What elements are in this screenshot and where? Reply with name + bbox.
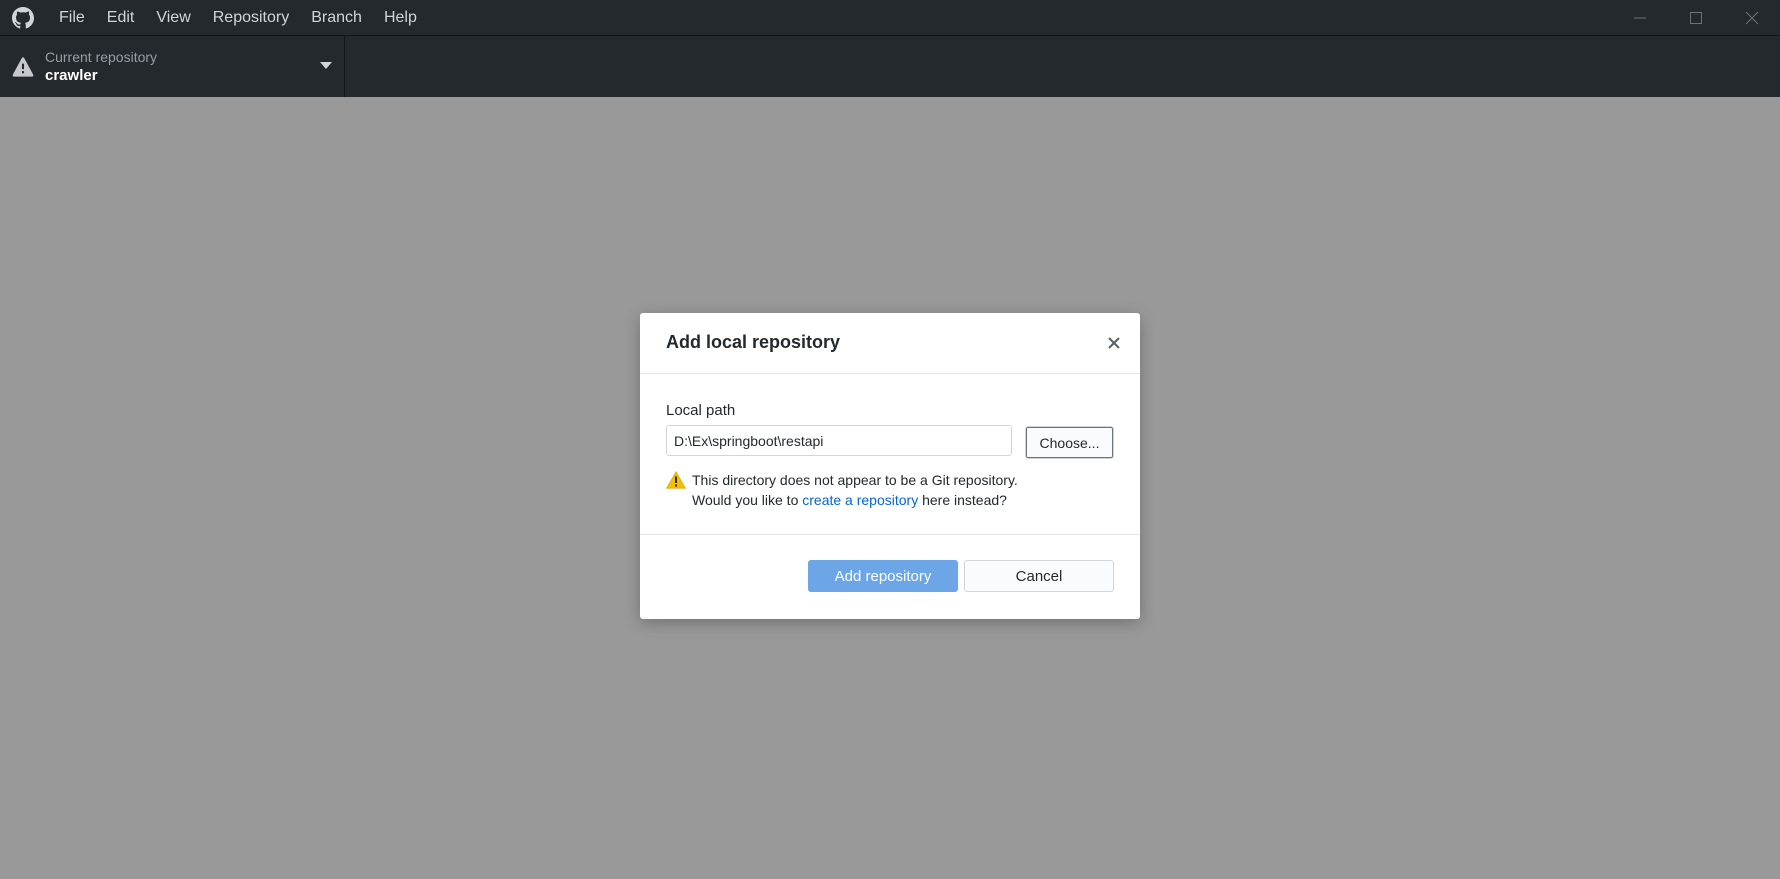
- minimize-button[interactable]: [1612, 0, 1668, 35]
- window-controls: [1612, 0, 1780, 35]
- choose-button[interactable]: Choose...: [1025, 426, 1114, 459]
- local-path-label: Local path: [666, 402, 736, 419]
- local-path-input[interactable]: [666, 425, 1012, 456]
- close-icon: [1108, 337, 1120, 349]
- cancel-button[interactable]: Cancel: [964, 560, 1114, 592]
- current-repository-selector[interactable]: Current repository crawler: [0, 36, 345, 97]
- dialog-body: Local path Choose... This directory does…: [640, 374, 1140, 535]
- maximize-icon: [1690, 11, 1702, 24]
- warning-text: This directory does not appear to be a G…: [692, 470, 1018, 510]
- close-window-button[interactable]: [1724, 0, 1780, 35]
- close-window-icon: [1745, 11, 1759, 24]
- menu-edit[interactable]: Edit: [96, 0, 146, 35]
- current-repository-label: Current repository: [45, 49, 158, 65]
- add-local-repository-dialog: Add local repository Local path Choose..…: [640, 313, 1140, 619]
- menu-view[interactable]: View: [145, 0, 201, 35]
- chevron-down-icon: [320, 62, 332, 69]
- menu-branch[interactable]: Branch: [300, 0, 373, 35]
- repo-text: Current repository crawler: [45, 48, 157, 85]
- dialog-header: Add local repository: [640, 313, 1140, 374]
- current-repository-name: crawler: [45, 67, 98, 84]
- menu-file[interactable]: File: [48, 0, 96, 35]
- github-icon: [12, 6, 34, 29]
- menu-repository[interactable]: Repository: [202, 0, 300, 35]
- dialog-title: Add local repository: [666, 332, 841, 352]
- alert-icon: [12, 56, 34, 77]
- dialog-footer: Add repository Cancel: [640, 535, 1140, 618]
- warning-line2-suffix: here instead?: [918, 492, 1007, 508]
- menu-help[interactable]: Help: [373, 0, 428, 35]
- warning-line1: This directory does not appear to be a G…: [692, 472, 1018, 488]
- warning-line2-prefix: Would you like to: [692, 492, 803, 508]
- maximize-button[interactable]: [1668, 0, 1724, 35]
- warning-line2: Would you like to create a repository he…: [692, 490, 1018, 510]
- title-bar: File Edit View Repository Branch Help: [0, 0, 1780, 35]
- add-repository-button[interactable]: Add repository: [808, 560, 958, 592]
- create-repository-link[interactable]: create a repository: [802, 492, 918, 508]
- warning-icon: [666, 471, 686, 489]
- toolbar: Current repository crawler: [0, 35, 1780, 97]
- dialog-close-button[interactable]: [1106, 335, 1122, 351]
- minimize-icon: [1634, 17, 1646, 18]
- warning-message: This directory does not appear to be a G…: [666, 470, 1018, 510]
